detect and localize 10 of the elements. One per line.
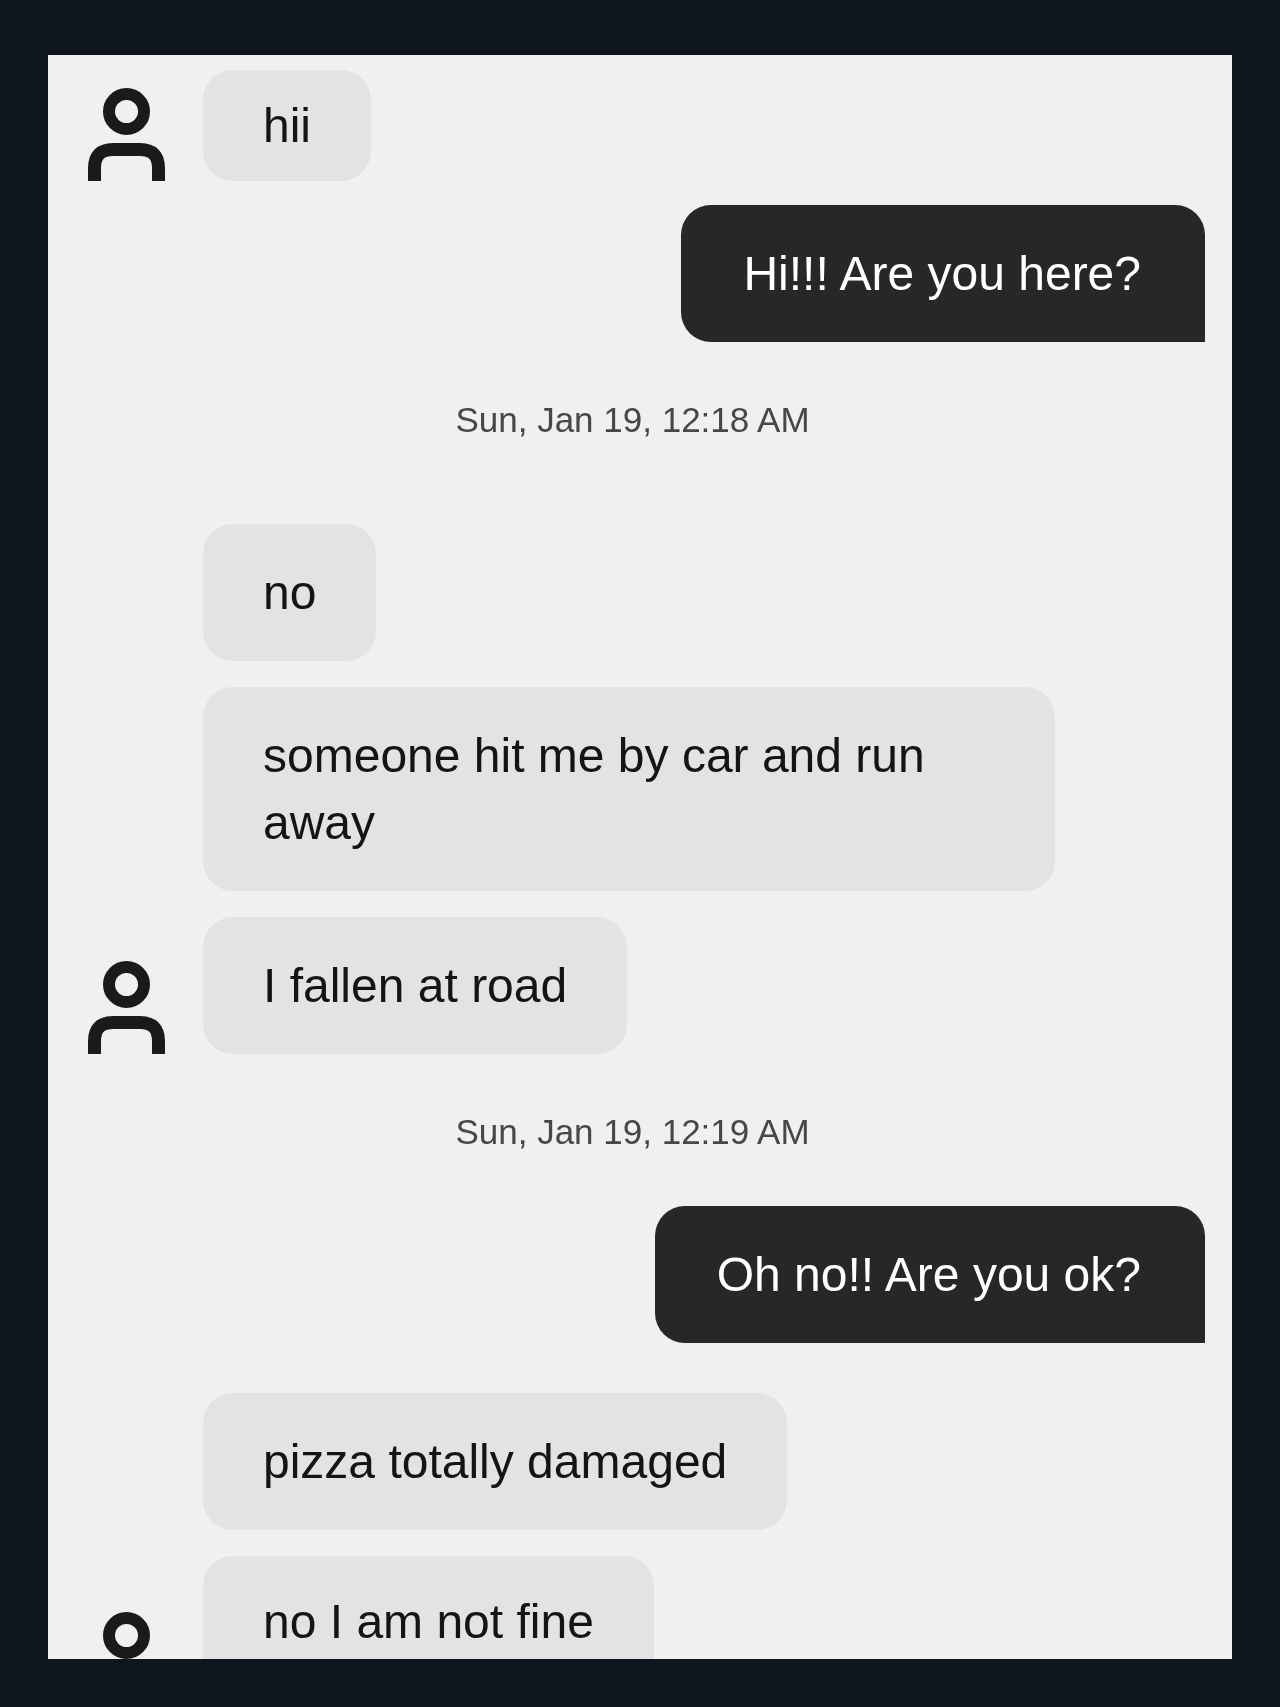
message-bubble: no [203,524,377,661]
message-bubble: hii [203,70,372,181]
timestamp: Sun, Jan 19, 12:18 AM [455,399,810,441]
message-bubble: someone hit me by car and run away [203,687,1055,891]
message-bubble: I fallen at road [203,917,628,1054]
timestamp: Sun, Jan 19, 12:19 AM [455,1111,810,1153]
message-bubble: no I am not fine [203,1556,654,1659]
message-bubble: Oh no!! Are you ok? [654,1206,1205,1343]
message-bubble: Hi!!! Are you here? [681,205,1205,342]
message-bubble: pizza totally damaged [203,1393,788,1530]
